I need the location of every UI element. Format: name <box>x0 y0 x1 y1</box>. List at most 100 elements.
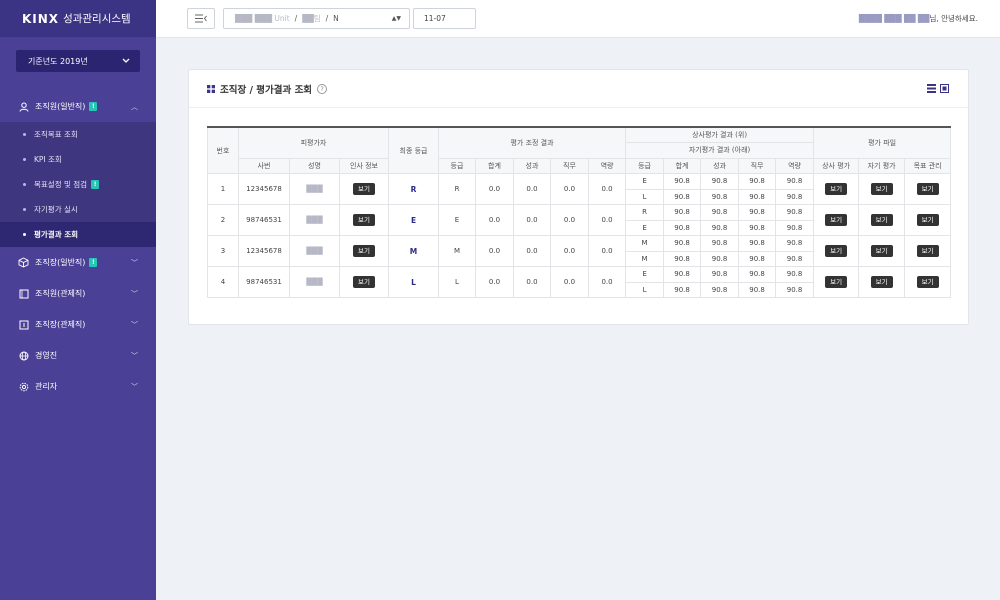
cell-boss-eval: 보기 <box>813 266 860 298</box>
cell-upper-total: 90.8 <box>663 173 702 190</box>
cell-final-grade: R <box>388 173 439 205</box>
alert-badge: ! <box>89 258 98 267</box>
sidebar-item-member-control[interactable]: 조직원(관제직) ﹀ <box>0 278 156 309</box>
select-arrow-icon: ▲▼ <box>391 15 401 22</box>
hr-info-view-button[interactable]: 보기 <box>353 214 375 226</box>
org-select[interactable]: ███ ███ Unit / ██팀 / N ▲▼ <box>223 8 410 29</box>
hr-info-view-button[interactable]: 보기 <box>353 245 375 257</box>
cell-no: 2 <box>207 204 239 236</box>
cell-upper-duty: 90.8 <box>738 235 777 252</box>
cell-no: 1 <box>207 173 239 205</box>
sidebar-item-member-general[interactable]: 조직원(일반직) ! ︿ <box>0 91 156 122</box>
self-eval-view-button[interactable]: 보기 <box>870 214 893 226</box>
cell-goal-mgmt: 보기 <box>904 235 952 267</box>
cell-final-grade: E <box>388 204 439 236</box>
brand-logo-text: KINX <box>22 11 60 26</box>
app-logo[interactable]: KINX 성과관리시스템 <box>0 0 156 37</box>
grid-icon <box>207 84 215 93</box>
help-icon[interactable]: ? <box>317 83 328 94</box>
document-icon <box>18 319 29 330</box>
self-eval-view-button[interactable]: 보기 <box>870 183 893 195</box>
boss-eval-view-button[interactable]: 보기 <box>825 214 848 226</box>
sidebar-item-admin[interactable]: 관리자 ﹀ <box>0 371 156 402</box>
result-card: 조직장 / 평가결과 조회 ? 번호 피평가자 최종 등급 평가 조정 결과 상… <box>188 69 969 325</box>
col-header-comp: 역량 <box>587 157 627 174</box>
sidebar-subitem-kpi[interactable]: KPI 조회 <box>0 147 156 172</box>
hr-info-view-button[interactable]: 보기 <box>353 183 375 195</box>
cell-self-grade: M <box>625 250 665 267</box>
col-header-evaluatee: 피평가자 <box>238 126 389 159</box>
col-header-adjust: 평가 조정 결과 <box>437 126 627 159</box>
sidebar-subitem-self-eval[interactable]: 자기평가 실시 <box>0 197 156 222</box>
bullet-icon <box>23 183 26 186</box>
cell-adj-perf: 0.0 <box>513 266 551 298</box>
cell-self-total: 90.8 <box>663 219 702 236</box>
cell-no: 4 <box>207 266 239 298</box>
cell-emp-no: 12345678 <box>238 235 290 267</box>
sidebar-subitem-goal-setting[interactable]: 목표설정 및 점검! <box>0 172 156 197</box>
col-header-self-eval-file: 자기 평가 <box>858 157 906 174</box>
cell-name-blurred: ███ <box>289 235 340 267</box>
hr-info-view-button[interactable]: 보기 <box>353 276 375 288</box>
cell-hr-info: 보기 <box>339 173 389 205</box>
cell-self-eval: 보기 <box>858 235 906 267</box>
cell-adj-duty: 0.0 <box>550 235 589 267</box>
self-eval-view-button[interactable]: 보기 <box>870 245 893 257</box>
col-header-files: 평가 파일 <box>813 126 952 159</box>
cell-boss-eval: 보기 <box>813 235 860 267</box>
cell-adj-comp: 0.0 <box>587 266 627 298</box>
cell-name-blurred: ███ <box>289 266 340 298</box>
org-name-blurred: ███ ███ Unit <box>235 14 290 23</box>
cell-emp-no: 98746531 <box>238 266 290 298</box>
cube-icon <box>18 257 29 268</box>
chevron-down-icon: ﹀ <box>131 289 138 298</box>
goal-mgmt-view-button[interactable]: 보기 <box>916 214 939 226</box>
sidebar-subitem-eval-result[interactable]: 평가결과 조회 <box>0 222 156 247</box>
sidebar-item-label: 조직장(일반직) <box>35 258 86 267</box>
chevron-up-icon: ︿ <box>131 102 138 111</box>
cell-adj-perf: 0.0 <box>513 173 551 205</box>
cell-adj-grade: M <box>438 235 476 267</box>
boss-eval-view-button[interactable]: 보기 <box>825 276 848 288</box>
user-greeting: ████ ███ ██ ██님, 안녕하세요. <box>859 13 978 24</box>
cell-adj-duty: 0.0 <box>550 266 589 298</box>
cell-upper-duty: 90.8 <box>738 204 777 221</box>
cell-adj-perf: 0.0 <box>513 204 551 236</box>
sidebar-subitem-label: 자기평가 실시 <box>34 205 78 214</box>
cell-upper-duty: 90.8 <box>738 266 777 283</box>
sidebar-item-leader-general[interactable]: 조직장(일반직) ! ﹀ <box>0 247 156 278</box>
col-header-total: 합계 <box>475 157 514 174</box>
col-header-emp-no: 사번 <box>238 157 290 174</box>
top-bar: ███ ███ Unit / ██팀 / N ▲▼ ████ ███ ██ ██… <box>156 0 1000 38</box>
cell-boss-eval: 보기 <box>813 204 860 236</box>
boss-eval-view-button[interactable]: 보기 <box>825 245 848 257</box>
sidebar-item-leader-control[interactable]: 조직장(관제직) ﹀ <box>0 309 156 340</box>
cell-self-duty: 90.8 <box>738 281 777 298</box>
date-input[interactable] <box>413 8 476 29</box>
sidebar-item-executive[interactable]: 경영진 ﹀ <box>0 340 156 371</box>
sidebar-subitem-label: 조직목표 조회 <box>34 130 78 139</box>
sidebar-subitem-org-goal[interactable]: 조직목표 조회 <box>0 122 156 147</box>
menu-toggle-button[interactable] <box>187 8 215 29</box>
sidebar-item-label: 경영진 <box>35 351 58 360</box>
minimize-icon[interactable] <box>927 84 936 93</box>
self-eval-view-button[interactable]: 보기 <box>870 276 893 288</box>
table-row: 1 12345678 ███ 보기 R R 0.0 0.0 0.0 0.0 E … <box>207 173 952 205</box>
result-table: 번호 피평가자 최종 등급 평가 조정 결과 상사평가 결과 (위) 평가 파일… <box>207 126 952 298</box>
year-select[interactable]: 기준년도 2019년 <box>16 50 140 72</box>
goal-mgmt-view-button[interactable]: 보기 <box>916 245 939 257</box>
cell-adj-total: 0.0 <box>475 173 514 205</box>
cell-adj-grade: L <box>438 266 476 298</box>
cell-adj-perf: 0.0 <box>513 235 551 267</box>
col-header-self-eval: 자기평가 결과 (아래) <box>625 142 815 159</box>
cell-upper-total: 90.8 <box>663 235 702 252</box>
boss-eval-view-button[interactable]: 보기 <box>825 183 848 195</box>
user-name-blurred: ████ ███ ██ ██ <box>858 14 930 23</box>
cell-upper-grade: M <box>625 235 665 252</box>
goal-mgmt-view-button[interactable]: 보기 <box>916 276 939 288</box>
cell-final-grade: L <box>388 266 439 298</box>
maximize-icon[interactable] <box>940 84 949 93</box>
cell-name-blurred: ███ <box>289 173 340 205</box>
goal-mgmt-view-button[interactable]: 보기 <box>916 183 939 195</box>
cell-self-grade: L <box>625 188 665 205</box>
